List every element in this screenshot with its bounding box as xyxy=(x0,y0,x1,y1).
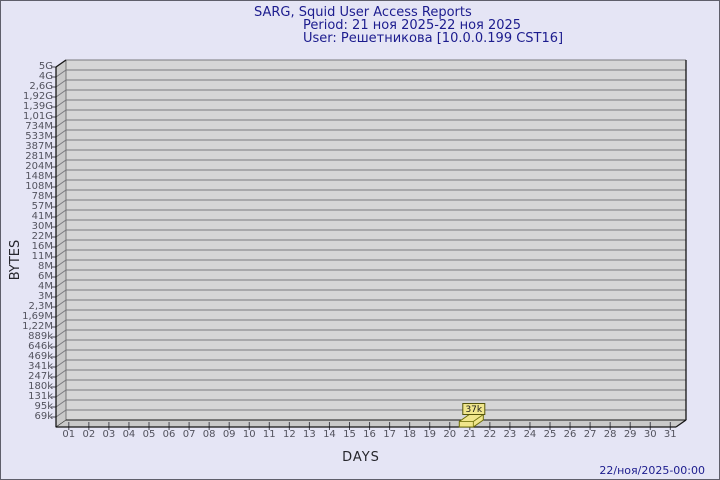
sarg-report-screen: SARG, Squid User Access Reports Period: … xyxy=(0,0,720,480)
x-tick-label: 25 xyxy=(543,429,557,440)
x-axis-title: DAYS xyxy=(342,450,380,465)
x-tick-label: 13 xyxy=(303,429,316,440)
x-tick-label: 26 xyxy=(563,429,577,440)
x-tick-label: 20 xyxy=(443,429,457,440)
y-tick-label: 69k xyxy=(34,411,53,422)
x-tick-label: 11 xyxy=(262,429,276,440)
generated-date: 22/ноя/2025-00:00 xyxy=(599,464,705,477)
x-tick-label: 03 xyxy=(102,429,116,440)
x-tick-label: 04 xyxy=(122,429,136,440)
x-tick-label: 10 xyxy=(242,429,256,440)
x-tick-label: 27 xyxy=(583,429,597,440)
bar-value-label: 37k xyxy=(465,405,482,415)
x-tick-label: 28 xyxy=(603,429,617,440)
x-tick-label: 22 xyxy=(483,429,497,440)
x-tick-label: 09 xyxy=(222,429,236,440)
x-tick-label: 12 xyxy=(282,429,296,440)
x-tick-label: 21 xyxy=(463,429,477,440)
x-tick-label: 01 xyxy=(62,429,76,440)
x-tick-label: 15 xyxy=(343,429,356,440)
x-tick-label: 05 xyxy=(142,429,156,440)
plot-floor xyxy=(55,419,687,428)
x-tick-label: 02 xyxy=(82,429,96,440)
x-tick-label: 24 xyxy=(523,429,537,440)
x-tick-label: 07 xyxy=(182,429,196,440)
x-tick-label: 18 xyxy=(403,429,416,440)
x-tick-label: 23 xyxy=(503,429,517,440)
y-axis-title: BYTES xyxy=(8,239,23,281)
plot-area: 37k xyxy=(51,59,687,430)
x-tick-label: 31 xyxy=(663,429,677,440)
x-tick-label: 16 xyxy=(363,429,376,440)
x-tick-label: 17 xyxy=(383,429,396,440)
x-tick-label: 14 xyxy=(323,429,336,440)
x-tick-label: 08 xyxy=(202,429,216,440)
x-tick-label: 19 xyxy=(423,429,437,440)
x-tick-label: 29 xyxy=(623,429,637,440)
x-tick-label: 30 xyxy=(643,429,657,440)
x-tick-label: 06 xyxy=(162,429,176,440)
